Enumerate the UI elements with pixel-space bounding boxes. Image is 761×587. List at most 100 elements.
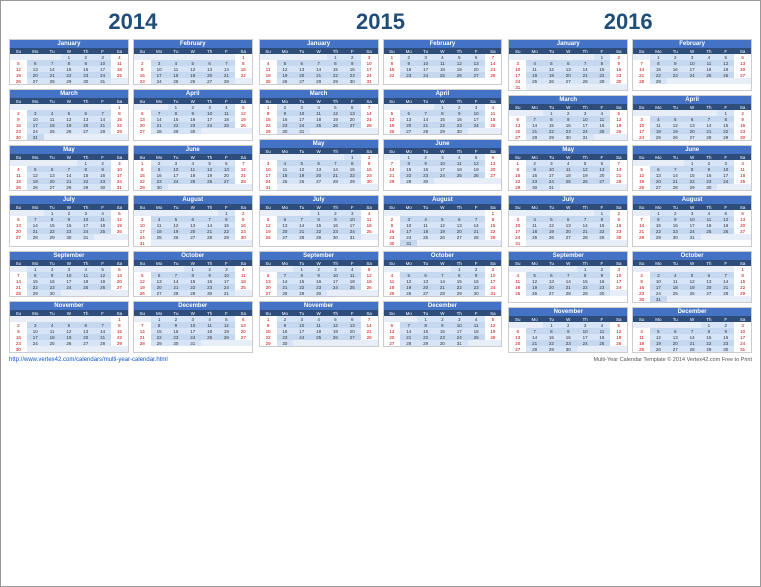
empty-day: [184, 240, 201, 246]
day-cell: 31: [361, 78, 378, 84]
empty-day: [361, 128, 378, 134]
day-cell: 31: [509, 84, 526, 90]
empty-day: [594, 134, 611, 140]
day-cell: 31: [734, 346, 751, 352]
empty-day: [327, 290, 344, 296]
day-cell: 29: [77, 184, 94, 190]
month-calendar: JulySuMoTuWThFSa123456789101112131415161…: [259, 195, 379, 247]
day-cell: 28: [434, 290, 451, 296]
day-cell: 31: [94, 78, 111, 84]
day-cell: 27: [667, 346, 684, 352]
month-calendar: DecemberSuMoTuWThFSa12345678910111213141…: [632, 307, 752, 353]
months-row: NovemberSuMoTuWThFSa12345678910111213141…: [9, 301, 253, 353]
month-header: July: [509, 196, 627, 204]
empty-day: [577, 346, 594, 352]
day-cell: 26: [526, 290, 543, 296]
empty-day: [327, 128, 344, 134]
days-grid: 1234567891011121314151617181920212223242…: [384, 104, 502, 134]
month-calendar: NovemberSuMoTuWThFSa12345678910111213141…: [508, 307, 628, 353]
days-grid: 1234567891011121314151617181920212223242…: [384, 210, 502, 246]
empty-day: [344, 290, 361, 296]
footer-link[interactable]: http://www.vertex42.com/calendars/multi-…: [9, 357, 168, 363]
empty-day: [61, 134, 78, 140]
day-cell: 27: [468, 72, 485, 78]
day-cell: 27: [509, 346, 526, 352]
empty-day: [27, 346, 44, 352]
day-cell: 25: [650, 134, 667, 140]
empty-day: [734, 78, 751, 84]
day-cell: 23: [134, 78, 151, 84]
month-header: September: [10, 252, 128, 260]
empty-day: [667, 78, 684, 84]
day-cell: 30: [310, 290, 327, 296]
calendar-page: 2014 2015 2016 JanuarySuMoTuWThFSa123456…: [9, 9, 752, 363]
day-cell: 31: [543, 184, 560, 190]
day-cell: 30: [633, 296, 650, 302]
day-cell: 25: [434, 72, 451, 78]
days-grid: 1234567891011121314151617181920212223242…: [260, 266, 378, 296]
day-cell: 28: [44, 78, 61, 84]
empty-day: [560, 240, 577, 246]
empty-day: [94, 346, 111, 352]
empty-day: [434, 240, 451, 246]
month-calendar: JanuarySuMoTuWThFSa123456789101112131415…: [9, 39, 129, 85]
empty-day: [610, 290, 627, 296]
month-header: May: [260, 140, 378, 148]
empty-day: [77, 134, 94, 140]
month-header: September: [260, 252, 378, 260]
empty-day: [235, 78, 252, 84]
empty-day: [468, 178, 485, 184]
empty-day: [344, 184, 361, 190]
day-cell: 30: [344, 78, 361, 84]
empty-day: [235, 290, 252, 296]
month-calendar: AugustSuMoTuWThFSa1234567891011121314151…: [133, 195, 253, 247]
day-cell: 28: [168, 290, 185, 296]
days-grid: 1234567891011121314151617181920212223242…: [384, 316, 502, 346]
day-cell: 30: [10, 346, 27, 352]
month-calendar: FebruarySuMoTuWThFSa12345678910111213141…: [133, 39, 253, 85]
day-cell: 29: [417, 340, 434, 346]
month-calendar: AprilSuMoTuWThFSa12345678910111213141516…: [383, 89, 503, 135]
empty-day: [218, 240, 235, 246]
day-cell: 29: [61, 78, 78, 84]
footer-right: Multi-Year Calendar Template © 2014 Vert…: [594, 357, 752, 363]
day-cell: 28: [560, 290, 577, 296]
month-calendar: DecemberSuMoTuWThFSa12345678910111213141…: [383, 301, 503, 347]
day-cell: 30: [451, 128, 468, 134]
year-2015: 2015: [257, 9, 505, 35]
month-header: September: [509, 252, 627, 260]
month-calendar: OctoberSuMoTuWThFSa123456789101112131415…: [133, 251, 253, 297]
empty-day: [577, 240, 594, 246]
year-col-2014: JanuarySuMoTuWThFSa123456789101112131415…: [9, 39, 253, 353]
empty-day: [701, 296, 718, 302]
day-cell: 30: [77, 78, 94, 84]
empty-day: [151, 240, 168, 246]
days-grid: 1234567891011121314151617181920212223242…: [134, 210, 252, 246]
days-grid: 1234567891011121314151617181920212223242…: [384, 154, 502, 184]
month-calendar: JulySuMoTuWThFSa123456789101112131415161…: [508, 195, 628, 247]
day-cell: 29: [701, 346, 718, 352]
day-cell: 26: [451, 72, 468, 78]
month-header: August: [384, 196, 502, 204]
day-cell: 31: [650, 296, 667, 302]
empty-day: [277, 184, 294, 190]
empty-day: [235, 340, 252, 346]
days-grid: 1234567891011121314151617181920212223242…: [134, 104, 252, 134]
month-header: June: [134, 146, 252, 154]
empty-day: [218, 340, 235, 346]
day-cell: 28: [277, 290, 294, 296]
day-cell: 30: [434, 340, 451, 346]
month-header: December: [134, 302, 252, 310]
day-cell: 28: [400, 340, 417, 346]
empty-day: [434, 178, 451, 184]
day-cell: 30: [734, 134, 751, 140]
empty-day: [218, 128, 235, 134]
empty-day: [327, 184, 344, 190]
year-2014: 2014: [9, 9, 257, 35]
day-cell: 31: [577, 134, 594, 140]
day-cell: 26: [134, 290, 151, 296]
day-cell: 27: [27, 78, 44, 84]
day-cell: 25: [384, 290, 401, 296]
empty-day: [293, 184, 310, 190]
days-grid: 1234567891011121314151617181920212223242…: [509, 210, 627, 246]
